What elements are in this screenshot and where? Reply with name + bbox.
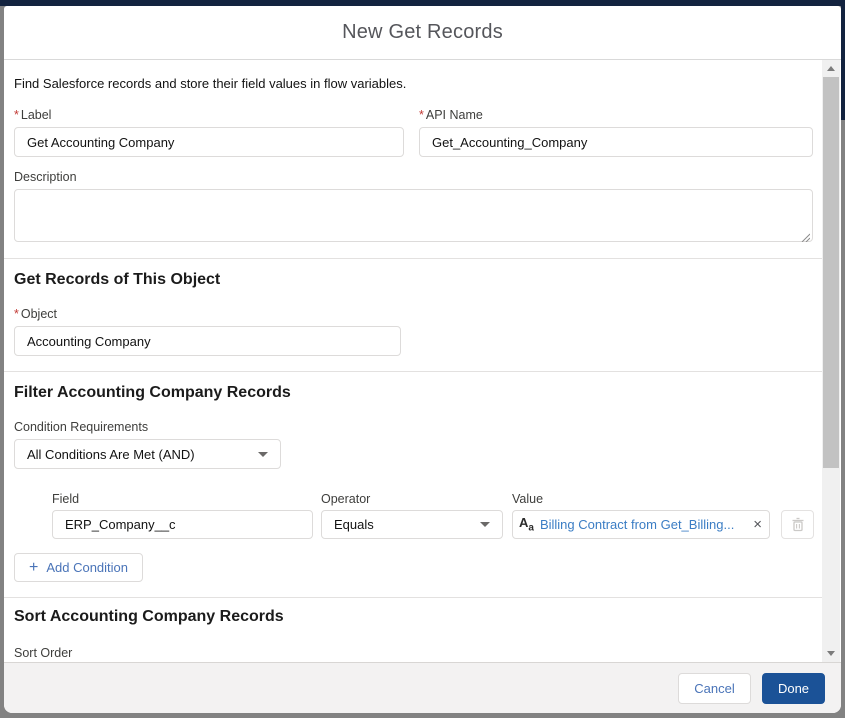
api-name-input[interactable] — [419, 127, 813, 157]
api-name-field-label: * API Name — [419, 108, 483, 122]
section-divider — [4, 258, 822, 259]
required-asterisk: * — [14, 307, 19, 321]
description-field-label: Description — [14, 170, 77, 184]
trash-icon — [792, 517, 803, 532]
window-right-edge — [841, 0, 845, 120]
section-divider — [4, 371, 822, 372]
condition-field-input[interactable] — [52, 510, 313, 539]
plus-icon: + — [29, 558, 39, 576]
done-button[interactable]: Done — [762, 672, 825, 704]
cancel-button[interactable]: Cancel — [678, 672, 751, 704]
condition-operator-label: Operator — [321, 492, 371, 506]
modal-body: Find Salesforce records and store their … — [4, 60, 841, 662]
description-textarea[interactable] — [14, 189, 813, 242]
filter-section-heading: Filter Accounting Company Records — [14, 384, 291, 401]
vertical-scrollbar[interactable] — [822, 60, 840, 662]
label-input[interactable] — [14, 127, 404, 157]
scroll-down-icon — [827, 651, 835, 656]
text-type-icon: Aa — [519, 515, 534, 534]
condition-value-combobox[interactable]: Aa Billing Contract from Get_Billing... … — [512, 510, 770, 539]
chevron-down-icon — [258, 451, 268, 457]
object-section-heading: Get Records of This Object — [14, 271, 221, 288]
new-get-records-modal: New Get Records Find Salesforce records … — [4, 6, 841, 713]
required-asterisk: * — [419, 108, 424, 122]
condition-operator-group: Equals — [321, 510, 503, 539]
delete-condition-button[interactable] — [781, 510, 814, 539]
api-name-field-group: * API Name — [419, 108, 813, 157]
object-field-group: * Object — [14, 307, 401, 356]
object-field-label: * Object — [14, 307, 58, 321]
sort-section-heading: Sort Accounting Company Records — [14, 608, 284, 625]
scroll-up-button[interactable] — [822, 60, 840, 77]
scroll-up-icon — [827, 66, 835, 71]
modal-footer: Cancel Done — [4, 662, 841, 713]
required-asterisk: * — [14, 108, 19, 122]
scrollbar-thumb[interactable] — [823, 77, 839, 468]
description-field-group: Description — [14, 170, 813, 247]
section-divider — [4, 597, 822, 598]
sort-order-label: Sort Order — [14, 646, 73, 660]
condition-value-label: Value — [512, 492, 544, 506]
modal-title: New Get Records — [342, 21, 503, 43]
value-pill: Billing Contract from Get_Billing... — [539, 517, 735, 532]
label-field-label: * Label — [14, 108, 52, 122]
condition-requirements-dropdown[interactable]: All Conditions Are Met (AND) — [14, 439, 281, 469]
close-icon[interactable]: × — [753, 517, 762, 532]
condition-value-group: Aa Billing Contract from Get_Billing... … — [512, 510, 770, 539]
add-condition-button[interactable]: + Add Condition — [14, 553, 144, 582]
chevron-down-icon — [480, 522, 490, 527]
scroll-down-button[interactable] — [822, 645, 840, 662]
condition-field-label: Field — [52, 492, 80, 506]
label-field-group: * Label — [14, 108, 404, 157]
intro-text: Find Salesforce records and store their … — [14, 76, 407, 91]
condition-requirements-label: Condition Requirements — [14, 420, 149, 434]
condition-field-group — [52, 510, 313, 539]
condition-operator-dropdown[interactable]: Equals — [321, 510, 503, 539]
modal-header: New Get Records — [4, 6, 841, 60]
condition-requirements-group: Condition Requirements All Conditions Ar… — [14, 420, 281, 469]
object-input[interactable] — [14, 326, 401, 356]
